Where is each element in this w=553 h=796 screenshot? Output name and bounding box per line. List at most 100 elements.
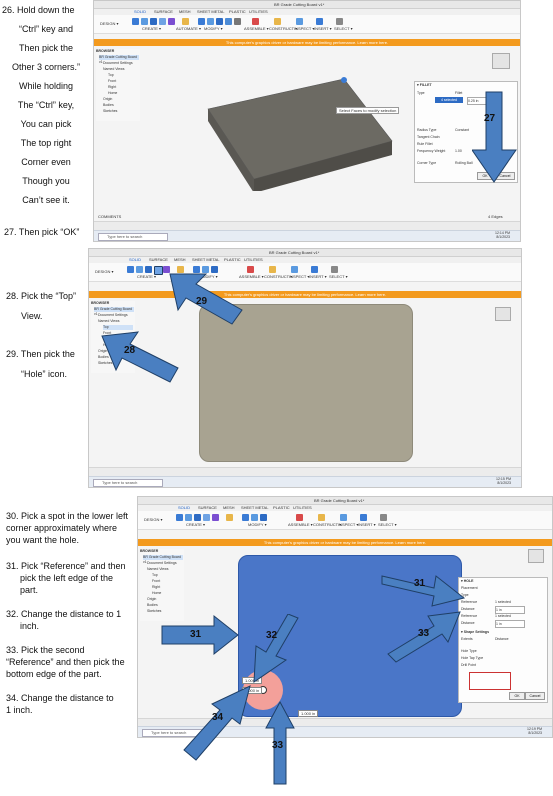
ribbon-group-select[interactable]: SELECT ▾ xyxy=(334,26,353,31)
tab-mesh[interactable]: MESH xyxy=(223,505,235,510)
ribbon-group-assemble[interactable]: ASSEMBLE ▾ xyxy=(244,26,269,31)
ribbon-group-construct[interactable]: CONSTRUCT ▾ xyxy=(264,274,292,279)
hole-extents-value[interactable]: Distance xyxy=(495,636,545,642)
browser-item-front[interactable]: Front xyxy=(108,79,152,84)
browser-item-origin[interactable]: Origin xyxy=(103,97,147,102)
ribbon-group-construct[interactable]: CONSTRUCT ▾ xyxy=(269,26,297,31)
shell-icon[interactable] xyxy=(225,18,232,25)
board-3d-view[interactable] xyxy=(194,71,404,191)
tab-utilities[interactable]: UTILITIES xyxy=(293,505,312,510)
revolve-icon[interactable] xyxy=(145,266,152,273)
measure-icon[interactable] xyxy=(291,266,298,273)
tab-surface[interactable]: SURFACE xyxy=(154,9,173,14)
design-dropdown[interactable]: DESIGN ▾ xyxy=(95,269,113,274)
ribbon-group-insert[interactable]: INSERT ▾ xyxy=(358,522,376,527)
browser-item-sketches[interactable]: Sketches xyxy=(103,109,147,114)
press-pull-icon[interactable] xyxy=(198,18,205,25)
ribbon-group-select[interactable]: SELECT ▾ xyxy=(329,274,348,279)
hole-cancel-button[interactable]: Cancel xyxy=(525,692,545,700)
revolve-icon[interactable] xyxy=(150,18,157,25)
tab-plastic[interactable]: PLASTIC xyxy=(273,505,290,510)
select-icon[interactable] xyxy=(331,266,338,273)
hole-reference-value[interactable]: 1 selected xyxy=(495,599,545,605)
chamfer-icon[interactable] xyxy=(260,514,267,521)
ribbon-group-modify[interactable]: MODIFY ▾ xyxy=(204,26,223,31)
new-sketch-icon[interactable] xyxy=(132,18,139,25)
tab-utilities[interactable]: UTILITIES xyxy=(244,257,263,262)
ribbon-group-create[interactable]: CREATE ▾ xyxy=(137,274,156,279)
browser-item-top[interactable]: Top xyxy=(108,73,152,78)
ribbon-group-inspect[interactable]: INSPECT ▾ xyxy=(289,274,309,279)
ribbon-group-insert[interactable]: INSERT ▾ xyxy=(314,26,332,31)
new-sketch-icon[interactable] xyxy=(127,266,134,273)
extrude-icon[interactable] xyxy=(185,514,192,521)
ribbon-group-construct[interactable]: CONSTRUCT ▾ xyxy=(313,522,341,527)
tab-plastic[interactable]: PLASTIC xyxy=(229,9,246,14)
browser-item-document-settings[interactable]: Document Settings xyxy=(147,561,191,566)
browser-item-document-settings[interactable]: Document Settings xyxy=(98,313,142,318)
shape-icon[interactable] xyxy=(212,514,219,521)
tab-mesh[interactable]: MESH xyxy=(179,9,191,14)
ribbon-group-assemble[interactable]: ASSEMBLE ▾ xyxy=(288,522,313,527)
revolve-icon[interactable] xyxy=(194,514,201,521)
browser-item-document-settings[interactable]: Document Settings xyxy=(103,61,147,66)
shape-icon[interactable] xyxy=(168,18,175,25)
fillet-icon[interactable] xyxy=(251,514,258,521)
taskbar-search[interactable]: Type here to search xyxy=(93,479,163,487)
ribbon-group-modify[interactable]: MODIFY ▾ xyxy=(248,522,267,527)
fillet-icon[interactable] xyxy=(207,18,214,25)
view-cube-icon[interactable] xyxy=(528,549,544,563)
tab-sheet-metal[interactable]: SHEET METAL xyxy=(192,257,219,262)
hole-ok-button[interactable]: OK xyxy=(509,692,525,700)
browser-item-origin[interactable]: Origin xyxy=(147,597,191,602)
design-dropdown[interactable]: DESIGN ▾ xyxy=(144,517,162,522)
tab-surface[interactable]: SURFACE xyxy=(149,257,168,262)
joint-icon[interactable] xyxy=(252,18,259,25)
new-sketch-icon[interactable] xyxy=(176,514,183,521)
measure-icon[interactable] xyxy=(296,18,303,25)
browser-root[interactable]: BR Grade Cutting Board v1 xyxy=(143,555,183,564)
construct-plane-icon[interactable] xyxy=(274,18,281,25)
browser-root[interactable]: BR Grade Cutting Board v1 xyxy=(94,307,134,316)
browser-item-right[interactable]: Right xyxy=(152,585,196,590)
select-icon[interactable] xyxy=(380,514,387,521)
automate-icon[interactable] xyxy=(182,18,189,25)
browser-item-front[interactable]: Front xyxy=(152,579,196,584)
view-cube-icon[interactable] xyxy=(492,53,510,69)
extrude-icon[interactable] xyxy=(136,266,143,273)
hole-shape-settings[interactable]: ▾ Shape Settings xyxy=(461,629,545,635)
automate-icon[interactable] xyxy=(226,514,233,521)
select-icon[interactable] xyxy=(336,18,343,25)
distance-field-3[interactable]: 1.000 in xyxy=(298,710,319,717)
ribbon-group-insert[interactable]: INSERT ▾ xyxy=(309,274,327,279)
hole-icon[interactable] xyxy=(203,514,210,521)
fillet-edges-value[interactable]: 4 selected xyxy=(435,97,463,103)
tab-sheet-metal[interactable]: SHEET METAL xyxy=(241,505,268,510)
browser-item-named-views[interactable]: Named Views xyxy=(147,567,191,572)
ribbon-group-select[interactable]: SELECT ▾ xyxy=(378,522,397,527)
extrude-icon[interactable] xyxy=(141,18,148,25)
design-dropdown[interactable]: DESIGN ▾ xyxy=(100,21,118,26)
browser-item-bodies[interactable]: Bodies xyxy=(103,103,147,108)
ribbon-group-automate[interactable]: AUTOMATE ▾ xyxy=(176,26,201,31)
browser-item-bodies[interactable]: Bodies xyxy=(147,603,191,608)
hole-reference-2-value[interactable]: 1 selected xyxy=(495,613,545,619)
measure-icon[interactable] xyxy=(340,514,347,521)
tab-solid[interactable]: SOLID xyxy=(129,257,141,262)
browser-item-home[interactable]: Home xyxy=(152,591,196,596)
tab-sheet-metal[interactable]: SHEET METAL xyxy=(197,9,224,14)
taskbar-search[interactable]: Type here to search xyxy=(98,233,168,241)
chamfer-icon[interactable] xyxy=(216,18,223,25)
ribbon-group-create[interactable]: CREATE ▾ xyxy=(186,522,205,527)
press-pull-icon[interactable] xyxy=(242,514,249,521)
view-cube-icon[interactable] xyxy=(495,307,511,321)
construct-plane-icon[interactable] xyxy=(318,514,325,521)
tab-mesh[interactable]: MESH xyxy=(174,257,186,262)
joint-icon[interactable] xyxy=(247,266,254,273)
insert-icon[interactable] xyxy=(360,514,367,521)
browser-item-named-views[interactable]: Named Views xyxy=(103,67,147,72)
construct-plane-icon[interactable] xyxy=(269,266,276,273)
tab-plastic[interactable]: PLASTIC xyxy=(224,257,241,262)
tab-solid[interactable]: SOLID xyxy=(178,505,190,510)
browser-root[interactable]: BR Grade Cutting Board v1 xyxy=(99,55,139,64)
